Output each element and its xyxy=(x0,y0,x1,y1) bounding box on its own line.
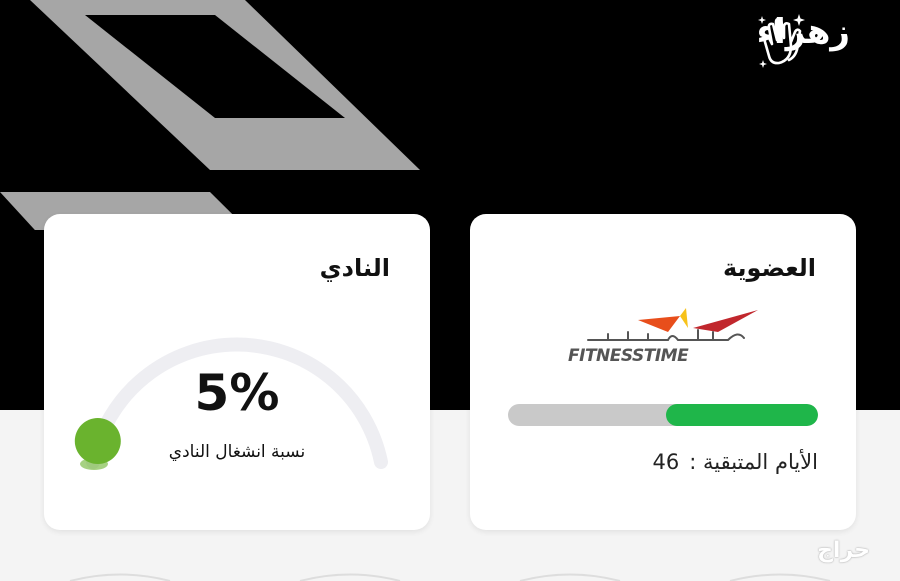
fitness-time-logo: FITNESSTIME xyxy=(568,306,758,380)
days-label: الأيام المتبقية : xyxy=(689,450,818,474)
club-title: النادي xyxy=(319,254,390,282)
membership-progress-track xyxy=(508,404,818,426)
days-remaining: الأيام المتبقية : 46 xyxy=(653,450,818,474)
days-value: 46 xyxy=(652,450,680,474)
club-card[interactable]: النادي 5% نسبة انشغال النادي xyxy=(44,214,430,530)
membership-card[interactable]: العضوية FITNESSTIME الأيام المتبقية : 46 xyxy=(470,214,856,530)
membership-title: العضوية xyxy=(722,254,816,282)
brand-name: FITNESSTIME xyxy=(568,346,689,366)
bottom-decoration xyxy=(69,573,831,581)
occupancy-label: نسبة انشغال النادي xyxy=(168,442,306,462)
haraj-watermark: حراج xyxy=(817,538,870,563)
membership-progress-fill xyxy=(666,404,818,426)
greeting: زهراء xyxy=(757,12,862,68)
occupancy-value: 5% xyxy=(194,364,280,422)
